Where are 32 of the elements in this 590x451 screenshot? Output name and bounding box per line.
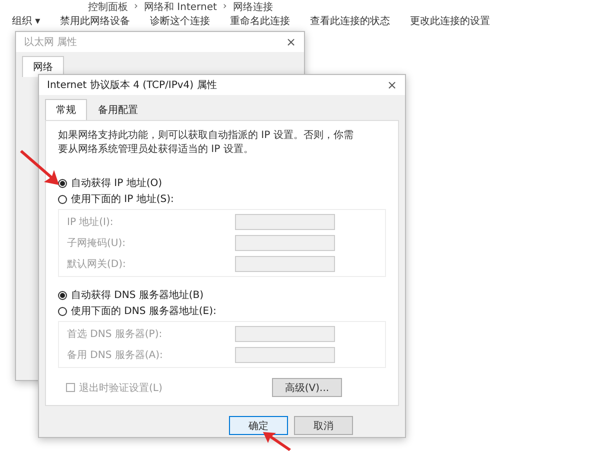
advanced-button[interactable]: 高级(V)... xyxy=(272,378,342,397)
field-label: 首选 DNS 服务器(P): xyxy=(67,328,162,341)
toolbar-item[interactable]: 查看此连接的状态 xyxy=(310,14,390,28)
tab[interactable]: 备用配置 xyxy=(87,99,149,120)
close-icon[interactable]: × xyxy=(386,78,397,92)
description-text: 如果网络支持此功能，则可以获取自动指派的 IP 设置。否则，你需要从网络系统管理员处获得适当的 IP 设置。 xyxy=(58,129,354,157)
field-label: IP 地址(I): xyxy=(67,216,114,229)
field-label: 子网掩码(U): xyxy=(67,237,126,250)
toolbar-item[interactable]: 诊断这个连接 xyxy=(150,14,210,28)
field-label: 备用 DNS 服务器(A): xyxy=(67,349,163,362)
field-label: 默认网关(D): xyxy=(67,258,126,271)
radio-option[interactable]: 使用下面的 IP 地址(S): xyxy=(58,191,174,207)
radio-option[interactable]: 自动获得 DNS 服务器地址(B) xyxy=(58,287,204,303)
tab[interactable]: 网络 xyxy=(22,56,64,77)
close-icon[interactable]: × xyxy=(286,35,296,49)
window-title: Internet 协议版本 4 (TCP/IPv4) 属性 xyxy=(47,78,217,92)
cancel-button[interactable]: 取消 xyxy=(294,416,353,435)
breadcrumb-item[interactable]: 控制面板 xyxy=(88,0,128,14)
arrow-drawing xyxy=(20,150,60,186)
ok-button[interactable]: 确定 xyxy=(229,416,288,435)
toolbar-item[interactable]: 组织 ▾ xyxy=(12,14,40,28)
toolbar-item[interactable]: 禁用此网络设备 xyxy=(60,14,130,28)
window-title: 以太网 属性 xyxy=(24,36,78,49)
separator-icon: › xyxy=(222,1,227,12)
radio-option[interactable]: 使用下面的 DNS 服务器地址(E): xyxy=(58,303,216,319)
tab[interactable]: 常规 xyxy=(45,99,87,120)
separator-icon: › xyxy=(134,1,138,12)
toolbar-item[interactable]: 重命名此连接 xyxy=(230,14,290,28)
arrow-drawing xyxy=(262,432,292,451)
breadcrumb-item[interactable]: 网络连接 xyxy=(232,0,273,14)
breadcrumb-item[interactable]: 网络和 Internet xyxy=(144,0,217,14)
toolbar-item[interactable]: 更改此连接的设置 xyxy=(410,14,490,28)
